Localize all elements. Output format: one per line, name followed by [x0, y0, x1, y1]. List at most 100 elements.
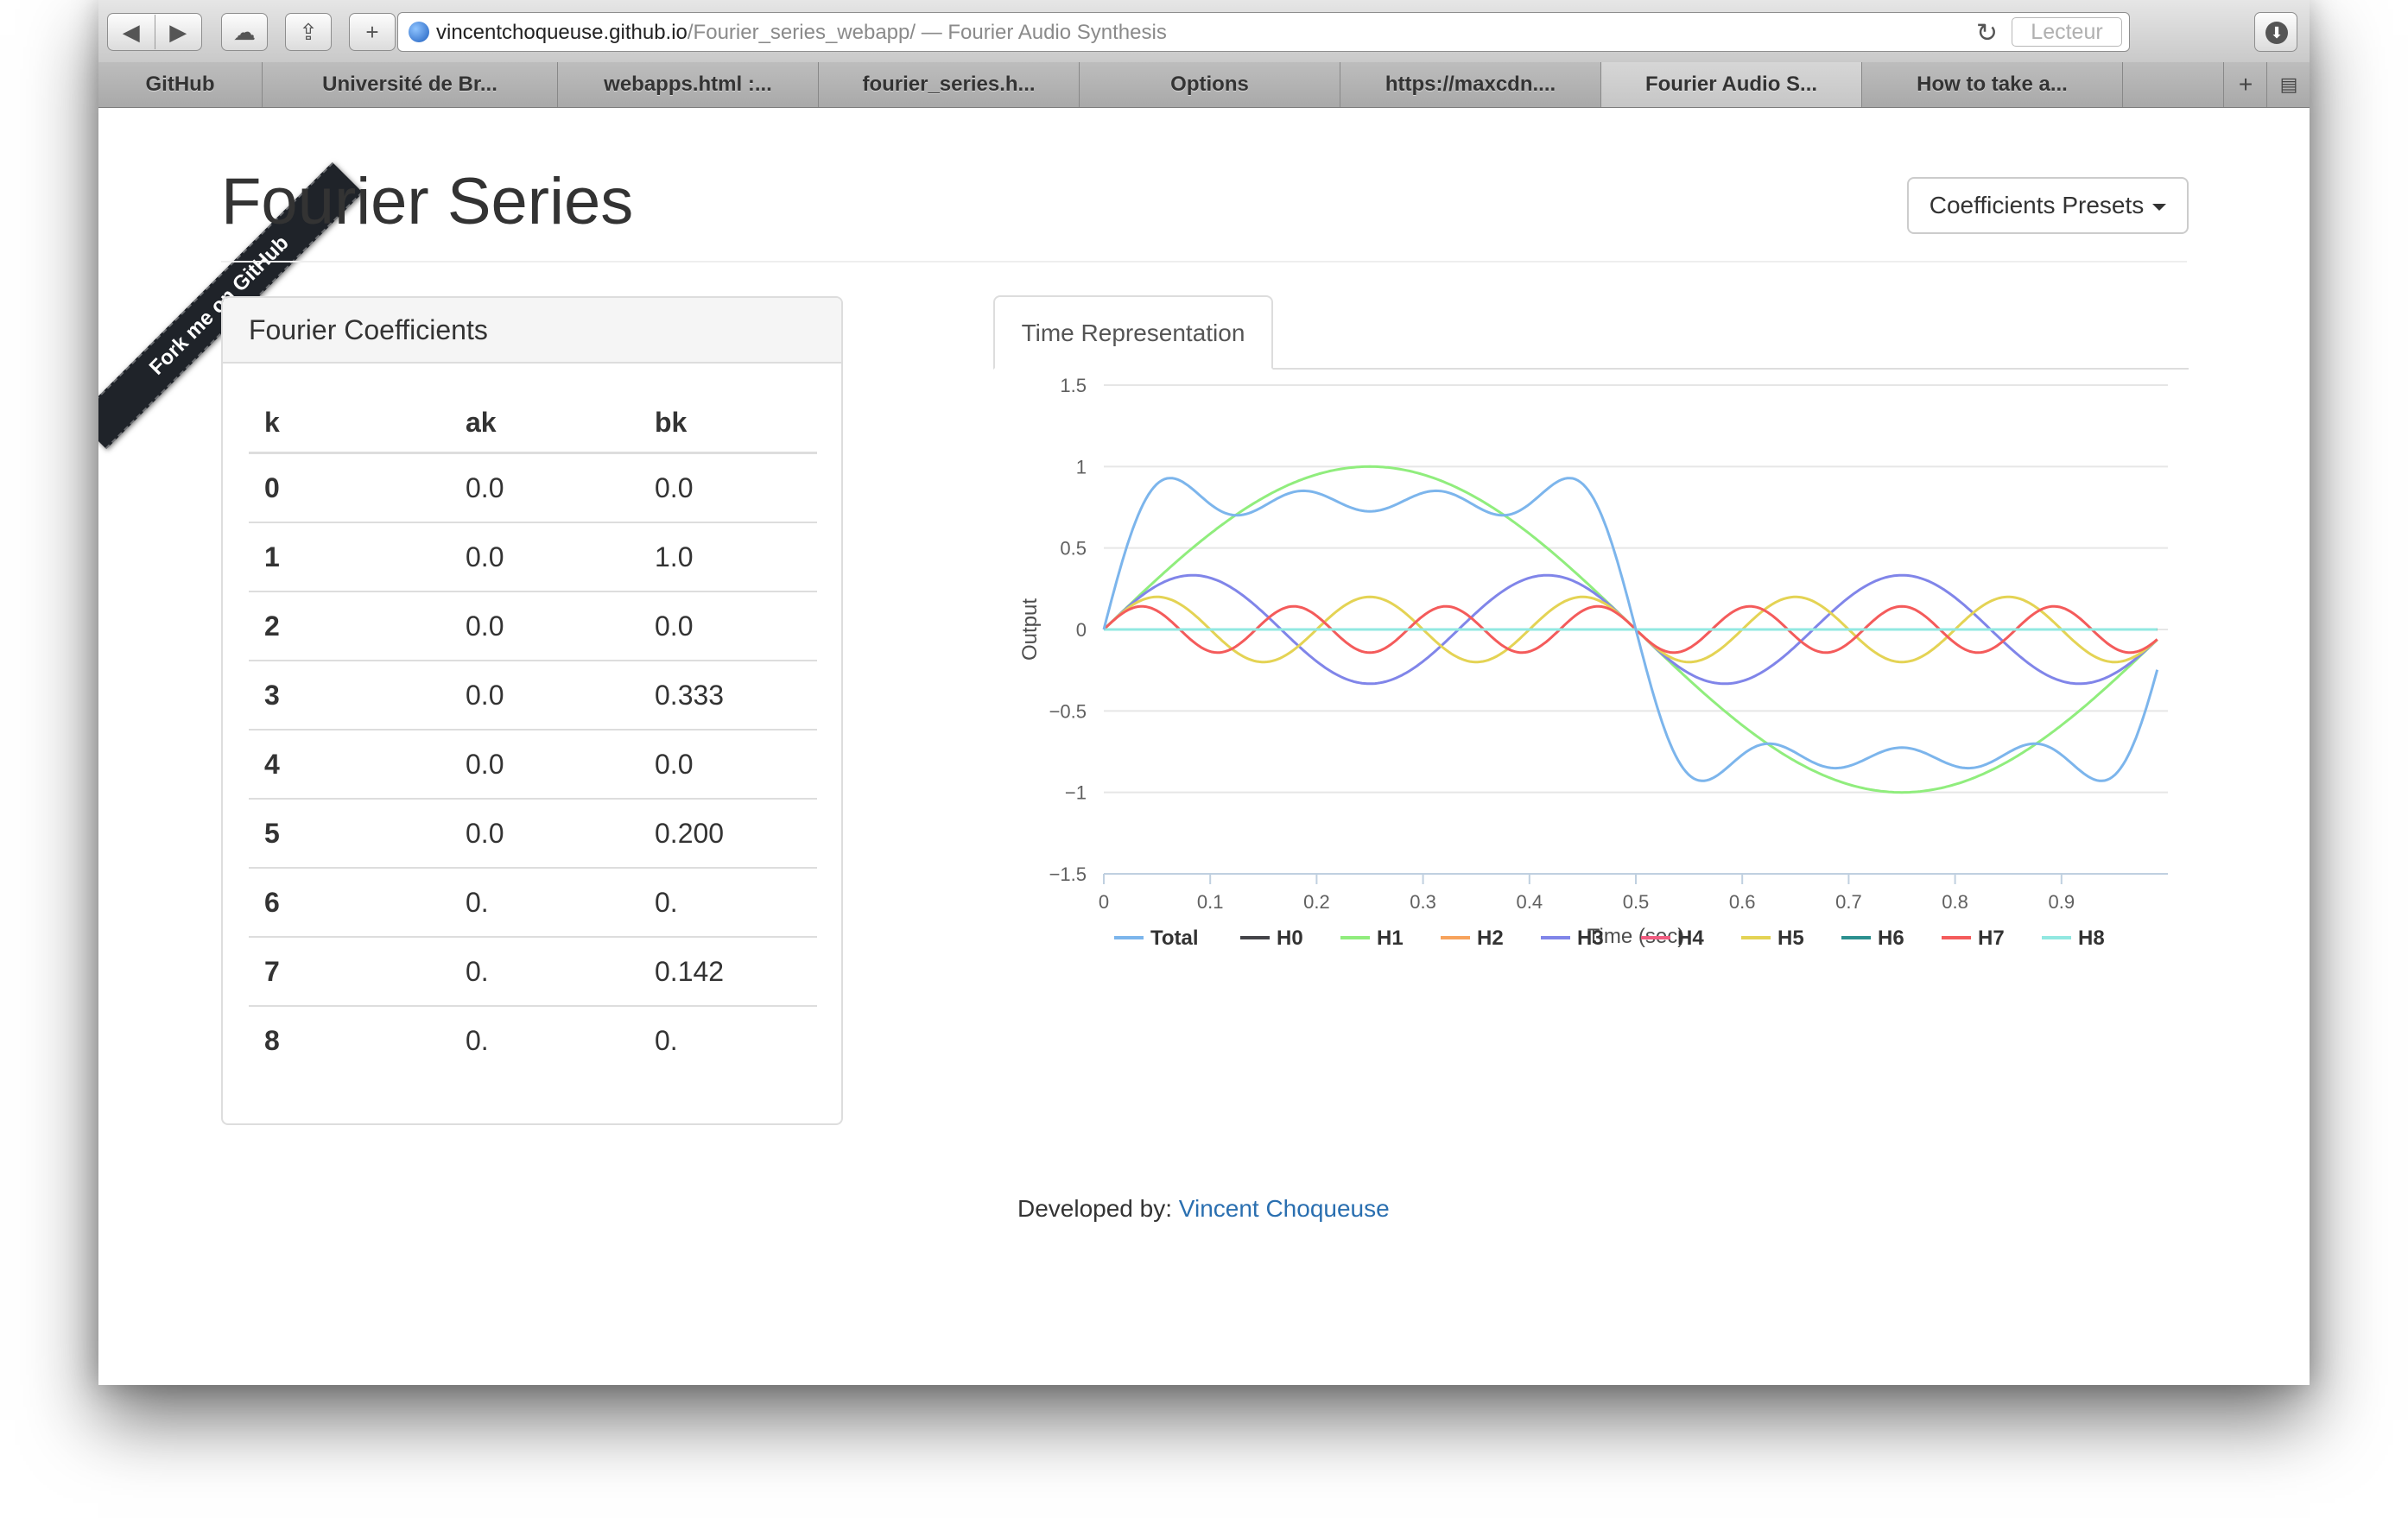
legend-item-h6[interactable]: H6 [1878, 927, 1904, 950]
legend-item-h4[interactable]: H4 [1677, 927, 1704, 950]
y-tick-label: 0.5 [1060, 538, 1087, 560]
table-row: 8 0. 0. [249, 1006, 817, 1074]
share-button[interactable]: ⇪ [285, 13, 332, 51]
table-header-row: k ak bk [249, 393, 817, 454]
table-row: 4 0.0 0.0 [249, 730, 817, 800]
x-tick-label: 0.6 [1729, 891, 1756, 913]
column-header: bk [639, 393, 817, 454]
bk-cell: 0.0 [639, 730, 817, 800]
tab-fourier-audio[interactable]: Fourier Audio S... [1601, 62, 1862, 107]
forward-icon[interactable]: ▶ [154, 15, 202, 49]
legend-item-h5[interactable]: H5 [1777, 927, 1804, 950]
legend-item-h1[interactable]: H1 [1377, 927, 1404, 950]
x-tick-label: 0.2 [1303, 891, 1330, 913]
tab-github[interactable]: GitHub [98, 62, 263, 107]
share-icon: ⇪ [299, 18, 318, 45]
back-icon[interactable]: ◀ [108, 15, 155, 49]
url-host: vincentchoqueuse.github.io [436, 21, 688, 44]
tab-overview-icon[interactable]: ▤ [2266, 62, 2310, 107]
new-tab-button[interactable]: + [349, 13, 396, 51]
icloud-button[interactable]: ☁ [221, 13, 268, 51]
table-row: 3 0.0 0.333 [249, 661, 817, 731]
ak-cell: 0.0 [450, 522, 639, 592]
author-link[interactable]: Vincent Choqueuse [1179, 1195, 1390, 1222]
page-content: Fork me on GitHub Fourier Series Coeffic… [98, 107, 2310, 1385]
tab-time-representation[interactable]: Time Representation [993, 295, 1273, 370]
y-tick-label: −1.5 [1049, 863, 1087, 885]
table-row: 1 0.0 1.0 [249, 522, 817, 592]
k-cell: 0 [249, 452, 450, 523]
ak-cell: 0. [450, 937, 639, 1007]
url-text[interactable]: vincentchoqueuse.github.io/Fourier_serie… [436, 21, 1167, 45]
coefficients-table: k ak bk 0 0.0 0.0 1 0.0 1.0 2 0.0 0.0 3 0.0 0.333 4 0… [249, 393, 817, 1074]
k-cell: 7 [249, 937, 450, 1007]
download-icon: ⬇ [2265, 22, 2288, 44]
reader-button[interactable]: Lecteur [2012, 17, 2122, 47]
presets-label: Coefficients Presets [1929, 192, 2145, 218]
ak-cell: 0.0 [450, 452, 639, 523]
url-path: /Fourier_series_webapp/ [687, 21, 916, 44]
x-tick-label: 0.4 [1517, 891, 1543, 913]
y-axis-label: Output [1018, 598, 1042, 661]
legend-item-h0[interactable]: H0 [1277, 927, 1303, 950]
tab-bar: GitHub Université de Br... webapps.html … [98, 62, 2310, 108]
reload-icon[interactable]: ↻ [1976, 18, 1998, 48]
footer: Developed by: Vincent Choqueuse [1017, 1195, 1390, 1223]
panel-title: Fourier Coefficients [223, 298, 841, 364]
k-cell: 5 [249, 799, 450, 869]
tab-fourier-series[interactable]: fourier_series.h... [819, 62, 1080, 107]
k-cell: 1 [249, 522, 450, 592]
legend-item-h2[interactable]: H2 [1477, 927, 1504, 950]
table-row: 5 0.0 0.200 [249, 799, 817, 869]
ak-cell: 0. [450, 868, 639, 938]
y-tick-label: −0.5 [1049, 700, 1087, 722]
tab-maxcdn[interactable]: https://maxcdn.... [1340, 62, 1601, 107]
bk-cell: 0.0 [639, 591, 817, 661]
legend-item-h3[interactable]: H3 [1577, 927, 1604, 950]
globe-icon [409, 22, 429, 42]
bk-cell: 1.0 [639, 522, 817, 592]
page-title-suffix: — Fourier Audio Synthesis [916, 21, 1167, 44]
back-forward-buttons[interactable]: ◀ ▶ [107, 13, 202, 51]
ak-cell: 0.0 [450, 661, 639, 731]
ak-cell: 0.0 [450, 799, 639, 869]
x-tick-label: 0.8 [1942, 891, 1968, 913]
ak-cell: 0.0 [450, 730, 639, 800]
k-cell: 2 [249, 591, 450, 661]
x-tick-label: 0.7 [1835, 891, 1862, 913]
bk-cell: 0.200 [639, 799, 817, 869]
tab-webapps[interactable]: webapps.html :... [558, 62, 819, 107]
column-header: ak [450, 393, 639, 454]
legend-item-h7[interactable]: H7 [1978, 927, 2005, 950]
table-row: 0 0.0 0.0 [249, 452, 817, 523]
table-row: 7 0. 0.142 [249, 937, 817, 1007]
k-cell: 6 [249, 868, 450, 938]
x-tick-label: 0 [1099, 891, 1109, 913]
tab-options[interactable]: Options [1080, 62, 1340, 107]
legend-item-total[interactable]: Total [1150, 927, 1199, 950]
k-cell: 8 [264, 1024, 280, 1056]
x-tick-label: 0.9 [2049, 891, 2075, 913]
time-chart: 1.5 1 0.5 0 −0.5 −1 −1.5 0 0.1 0.2 0.3 0.4 0.5 0.6 0.7… [1018, 375, 2168, 950]
coefficients-panel: Fourier Coefficients k ak bk 0 0.0 0.0 1 0.0… [221, 296, 843, 1125]
address-bar[interactable]: vincentchoqueuse.github.io/Fourier_serie… [397, 12, 2130, 52]
x-tick-label: 0.5 [1623, 891, 1650, 913]
bk-cell: 0. [655, 1024, 678, 1056]
browser-toolbar: ◀ ▶ ☁ ⇪ + vincentchoqueuse.github.io/Fou… [98, 0, 2310, 63]
legend-item-h8[interactable]: H8 [2078, 927, 2105, 950]
bk-cell: 0.142 [639, 937, 817, 1007]
chart-tabs: Time Representation [993, 295, 2189, 370]
column-header: k [249, 393, 450, 454]
tab-how-to[interactable]: How to take a... [1862, 62, 2123, 107]
bk-cell: 0.0 [639, 452, 817, 523]
k-cell: 3 [249, 661, 450, 731]
downloads-button[interactable]: ⬇ [2254, 12, 2297, 52]
y-tick-label: 1 [1076, 456, 1087, 478]
k-cell: 4 [249, 730, 450, 800]
tab-universite[interactable]: Université de Br... [263, 62, 558, 107]
ak-cell: 0.0 [450, 591, 639, 661]
coefficients-presets-dropdown[interactable]: Coefficients Presets [1907, 177, 2189, 234]
add-tab-icon[interactable]: + [2223, 62, 2267, 107]
y-tick-label: 1.5 [1060, 375, 1087, 396]
bk-cell: 0.333 [639, 661, 817, 731]
